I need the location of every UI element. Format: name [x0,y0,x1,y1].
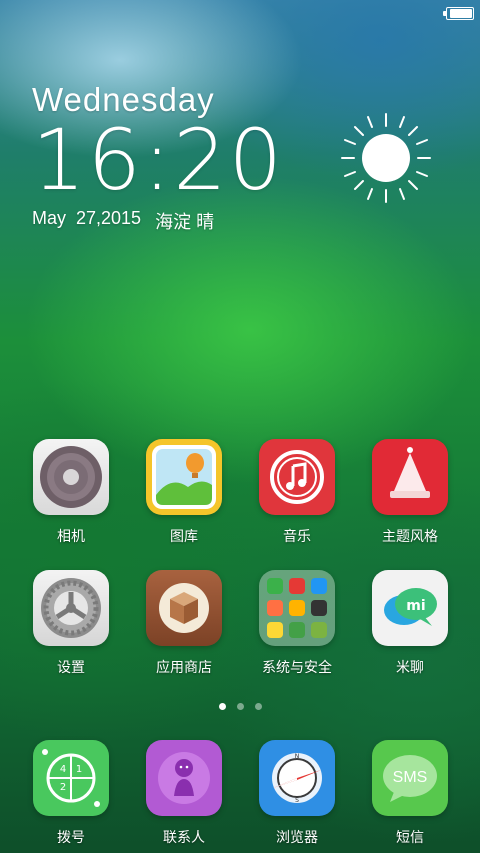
phone-dialer-icon: 4 1 2 [33,740,109,816]
app-music[interactable]: 音乐 [252,439,342,546]
camera-icon [33,439,109,515]
app-theme[interactable]: 主题风格 [365,439,455,546]
app-miliao[interactable]: mi 米聊 [365,570,455,677]
date-label: May 27,2015 [32,208,142,228]
app-label: 拨号 [57,829,85,845]
app-dialer[interactable]: 4 1 2 拨号 [26,740,116,847]
time-display: 16:20 [32,111,285,209]
sun-icon[interactable] [340,112,432,204]
app-contacts[interactable]: 联系人 [139,740,229,847]
app-label: 设置 [57,659,85,675]
page-dot[interactable] [236,703,244,710]
app-folder-system-security[interactable]: 系统与安全 [252,570,342,677]
svg-text:S: S [295,797,299,804]
app-camera[interactable]: 相机 [26,439,116,546]
music-icon [259,439,335,515]
svg-text:4: 4 [60,764,66,775]
svg-text:mi: mi [406,598,425,614]
app-gallery[interactable]: 图库 [139,439,229,546]
folder-icon [259,570,335,646]
app-store[interactable]: 应用商店 [139,570,229,677]
app-settings[interactable]: 设置 [26,570,116,677]
miliao-chat-icon: mi [372,570,448,646]
app-browser[interactable]: N S 浏览器 [252,740,342,847]
app-label: 米聊 [396,659,424,675]
app-label: 音乐 [283,528,311,544]
app-label: 相机 [57,528,85,544]
app-label: 应用商店 [156,659,212,675]
app-label: 系统与安全 [262,659,332,675]
contacts-icon [146,740,222,816]
app-label: 主题风格 [382,528,438,544]
clock-weather-widget[interactable]: Wednesday 16:20 May 27,2015 海淀 晴 [32,82,284,234]
weather-label: 晴 [196,212,215,232]
theme-icon [372,439,448,515]
svg-text:2: 2 [60,782,66,793]
gallery-icon [146,439,222,515]
browser-compass-icon: N S [259,740,335,816]
app-sms[interactable]: SMS 短信 [365,740,455,847]
sms-icon: SMS [372,740,448,816]
app-label: 联系人 [163,829,205,845]
svg-text:N: N [295,753,300,760]
location-label: 海淀 晴 [155,212,215,232]
page-indicator[interactable] [0,703,480,710]
settings-gear-icon [33,570,109,646]
app-label: 浏览器 [276,829,318,845]
app-label: 短信 [396,829,424,845]
page-dot[interactable] [254,703,262,710]
page-dot[interactable] [218,703,226,710]
app-store-box-icon [146,570,222,646]
sms-badge-text: SMS [393,769,428,786]
battery-icon [443,7,474,20]
app-label: 图库 [170,528,198,544]
svg-text:1: 1 [76,764,82,775]
